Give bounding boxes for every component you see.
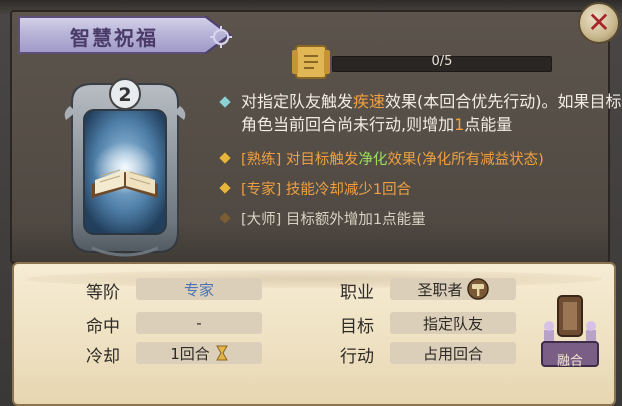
skill-card-art: 2 xyxy=(64,78,186,257)
energy-number: 1 xyxy=(454,115,465,134)
purify-keyword: 净化 xyxy=(358,152,388,168)
action-label: 行动 xyxy=(340,347,374,367)
gold-diamond-icon xyxy=(219,152,231,164)
card-level: 2 xyxy=(118,84,131,106)
effect-main-text: 对指定队友触发疾速效果(本回合优先行动)。如果目标角色当前回合尚未行动,则增加1… xyxy=(241,90,622,136)
hammer-icon xyxy=(466,278,489,300)
rank-label: 等阶 xyxy=(86,283,120,303)
hit-label: 命中 xyxy=(86,317,120,337)
action-value: 占用回合 xyxy=(390,342,516,364)
perk-tag: [专家] xyxy=(241,182,282,198)
teal-diamond-icon xyxy=(219,96,231,108)
skill-info-panel: 智慧祝福 2 0/5 对指定队友触发疾速效果(本回合优先行动)。如果目标角色当前… xyxy=(10,10,622,264)
gold-diamond-icon xyxy=(219,182,231,194)
perk-expert: [专家] 技能冷却减少1回合 xyxy=(217,178,411,199)
skill-detail-screen: 智慧祝福 2 0/5 对指定队友触发疾速效果(本回合优先行动)。如果目标角色当前… xyxy=(0,0,622,406)
close-icon: ✕ xyxy=(587,6,611,39)
class-value: 圣职者 xyxy=(390,278,516,300)
rank-value: 专家 xyxy=(136,278,262,300)
target-value: 指定队友 xyxy=(390,312,516,334)
perk-tag: [大师] xyxy=(241,212,282,228)
perk-tag: [熟练] xyxy=(241,152,282,168)
perk-proficient: [熟练] 对目标触发净化效果(净化所有减益状态) xyxy=(217,148,544,169)
ribbon-ornament-icon xyxy=(210,26,232,48)
close-button[interactable]: ✕ xyxy=(578,2,620,44)
fuse-button[interactable]: 融合 xyxy=(540,290,600,370)
skill-title: 智慧祝福 xyxy=(70,26,158,50)
hourglass-icon xyxy=(215,345,228,361)
perk-text: 效果(净化所有减益状态) xyxy=(387,152,544,168)
fuse-label: 融合 xyxy=(556,354,583,369)
progress-label: 0/5 xyxy=(431,54,453,69)
cooldown-label: 冷却 xyxy=(86,347,120,367)
effect-text: 对指定队友触发 xyxy=(241,92,354,111)
effect-main: 对指定队友触发疾速效果(本回合优先行动)。如果目标角色当前回合尚未行动,则增加1… xyxy=(217,90,622,136)
perk-master: [大师] 目标额外增加1点能量 xyxy=(217,208,426,229)
class-text: 圣职者 xyxy=(417,280,463,299)
target-label: 目标 xyxy=(340,317,374,337)
scroll-badge-icon xyxy=(292,45,330,79)
class-label: 职业 xyxy=(340,283,374,303)
perk-text: 目标额外增加1点能量 xyxy=(281,212,426,228)
cooldown-text: 1回合 xyxy=(170,344,210,363)
effect-text: 点能量 xyxy=(464,115,513,134)
cooldown-value: 1回合 xyxy=(136,342,262,364)
haste-keyword: 疾速 xyxy=(353,92,386,111)
locked-diamond-icon xyxy=(219,212,231,224)
hit-value: - xyxy=(136,312,262,334)
perk-text: 技能冷却减少1回合 xyxy=(281,182,412,198)
perk-text: 对目标触发 xyxy=(281,152,359,168)
